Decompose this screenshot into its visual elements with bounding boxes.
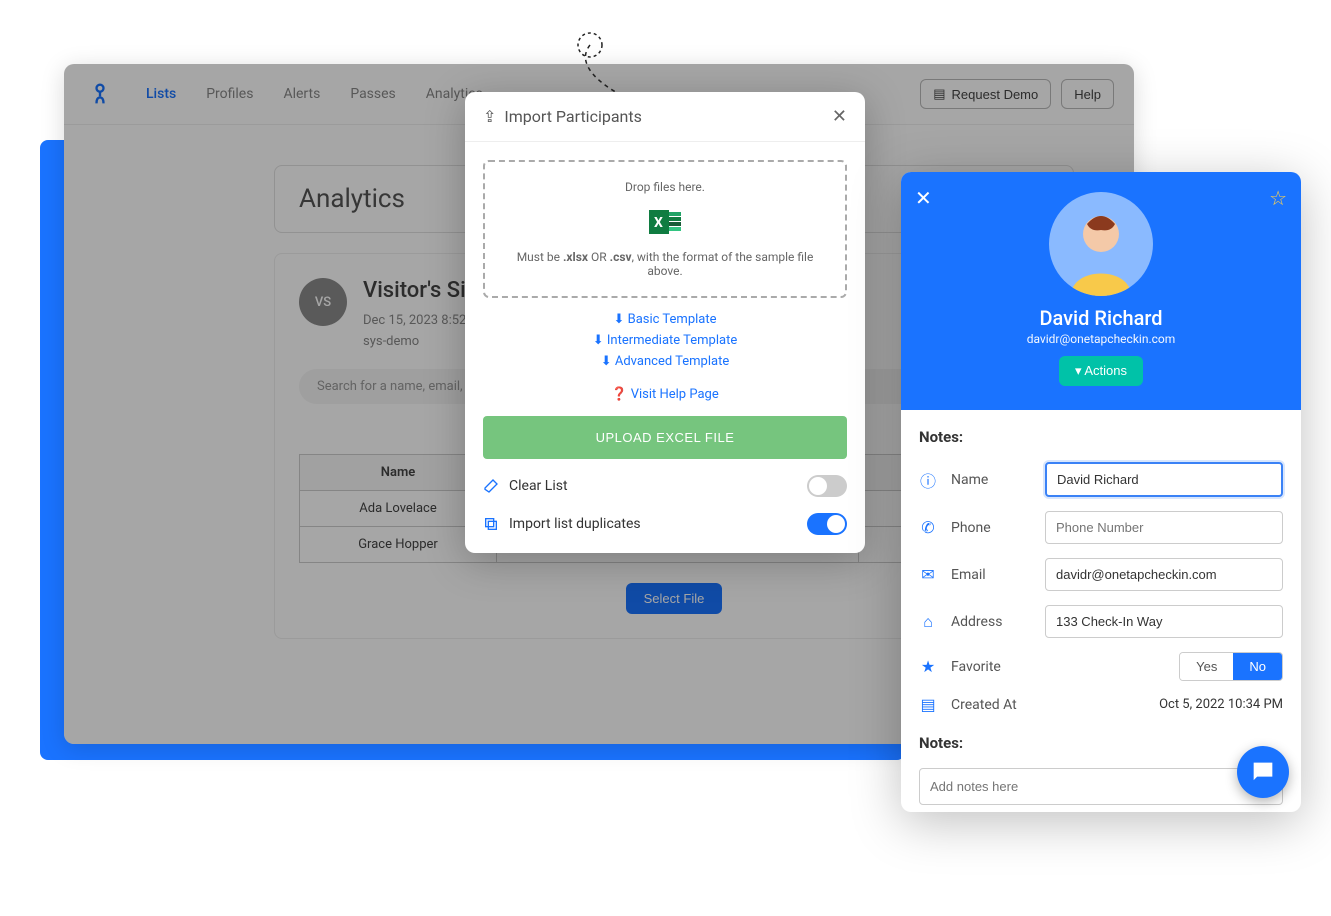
- favorite-star-icon[interactable]: ☆: [1269, 186, 1287, 210]
- help-page-link[interactable]: ❓ Visit Help Page: [611, 387, 718, 402]
- advanced-template-link[interactable]: ⬇ Advanced Template: [483, 354, 847, 369]
- field-name-row: ⓘ Name: [919, 462, 1283, 497]
- profile-panel: ✕ ☆ David Richard davidr@onetapcheckin.c…: [901, 172, 1301, 812]
- svg-text:X: X: [654, 215, 663, 231]
- profile-name: David Richard: [917, 306, 1285, 330]
- help-icon: ❓: [611, 387, 630, 402]
- upload-icon: ⇪: [483, 107, 496, 126]
- phone-icon: ✆: [919, 518, 937, 537]
- caret-down-icon: ▾: [1075, 363, 1084, 378]
- address-input[interactable]: [1045, 605, 1283, 638]
- field-email-row: ✉ Email: [919, 558, 1283, 591]
- modal-close-button[interactable]: ✕: [832, 106, 847, 127]
- profile-avatar: [1049, 192, 1153, 296]
- favorite-no-button[interactable]: No: [1233, 653, 1282, 680]
- upload-excel-button[interactable]: UPLOAD EXCEL FILE: [483, 416, 847, 459]
- phone-input[interactable]: [1045, 511, 1283, 544]
- drop-text: Drop files here.: [499, 180, 831, 194]
- download-icon: ⬇: [613, 312, 627, 327]
- notes-textarea[interactable]: [919, 768, 1283, 805]
- field-created-row: ▤ Created At Oct 5, 2022 10:34 PM: [919, 695, 1283, 714]
- intermediate-template-link[interactable]: ⬇ Intermediate Template: [483, 333, 847, 348]
- email-icon: ✉: [919, 565, 937, 584]
- file-dropzone[interactable]: Drop files here. X Must be .xlsx OR .csv…: [483, 160, 847, 298]
- name-label: Name: [951, 472, 1031, 488]
- email-label: Email: [951, 567, 1031, 583]
- download-icon: ⬇: [593, 333, 607, 348]
- import-duplicates-row: Import list duplicates: [483, 513, 847, 535]
- email-input[interactable]: [1045, 558, 1283, 591]
- created-value: Oct 5, 2022 10:34 PM: [1159, 697, 1283, 712]
- profile-body: Notes: ⓘ Name ✆ Phone ✉ Email ⌂ Address …: [901, 410, 1301, 812]
- field-address-row: ⌂ Address: [919, 605, 1283, 638]
- created-label: Created At: [951, 697, 1031, 713]
- star-icon: ★: [919, 657, 937, 676]
- modal-header: ⇪ Import Participants ✕: [465, 92, 865, 142]
- profile-email: davidr@onetapcheckin.com: [917, 332, 1285, 346]
- import-modal: ⇪ Import Participants ✕ Drop files here.…: [465, 92, 865, 553]
- field-favorite-row: ★ Favorite Yes No: [919, 652, 1283, 681]
- download-icon: ⬇: [601, 354, 615, 369]
- excel-icon: X: [647, 204, 683, 240]
- chat-widget-button[interactable]: [1237, 746, 1289, 798]
- import-duplicates-toggle[interactable]: [807, 513, 847, 535]
- clear-list-label: Clear List: [509, 478, 568, 494]
- basic-template-link[interactable]: ⬇ Basic Template: [483, 312, 847, 327]
- favorite-toggle-group: Yes No: [1179, 652, 1283, 681]
- actions-button[interactable]: ▾ Actions: [1059, 356, 1143, 386]
- calendar-icon: ▤: [919, 695, 937, 714]
- clear-list-row: Clear List: [483, 475, 847, 497]
- template-links: ⬇ Basic Template ⬇ Intermediate Template…: [483, 312, 847, 369]
- name-input[interactable]: [1045, 462, 1283, 497]
- profile-close-button[interactable]: ✕: [915, 186, 932, 210]
- notes-heading-2: Notes:: [919, 734, 1283, 752]
- format-text: Must be .xlsx OR .csv, with the format o…: [499, 250, 831, 278]
- eraser-icon: [483, 478, 499, 494]
- import-duplicates-label: Import list duplicates: [509, 516, 641, 532]
- phone-label: Phone: [951, 520, 1031, 536]
- field-phone-row: ✆ Phone: [919, 511, 1283, 544]
- duplicate-icon: [483, 516, 499, 532]
- favorite-yes-button[interactable]: Yes: [1180, 653, 1233, 680]
- profile-header: ✕ ☆ David Richard davidr@onetapcheckin.c…: [901, 172, 1301, 410]
- clear-list-toggle[interactable]: [807, 475, 847, 497]
- home-icon: ⌂: [919, 612, 937, 632]
- address-label: Address: [951, 614, 1031, 630]
- notes-heading: Notes:: [919, 428, 1283, 446]
- info-icon: ⓘ: [919, 468, 937, 492]
- favorite-label: Favorite: [951, 659, 1031, 675]
- modal-title: Import Participants: [504, 107, 641, 126]
